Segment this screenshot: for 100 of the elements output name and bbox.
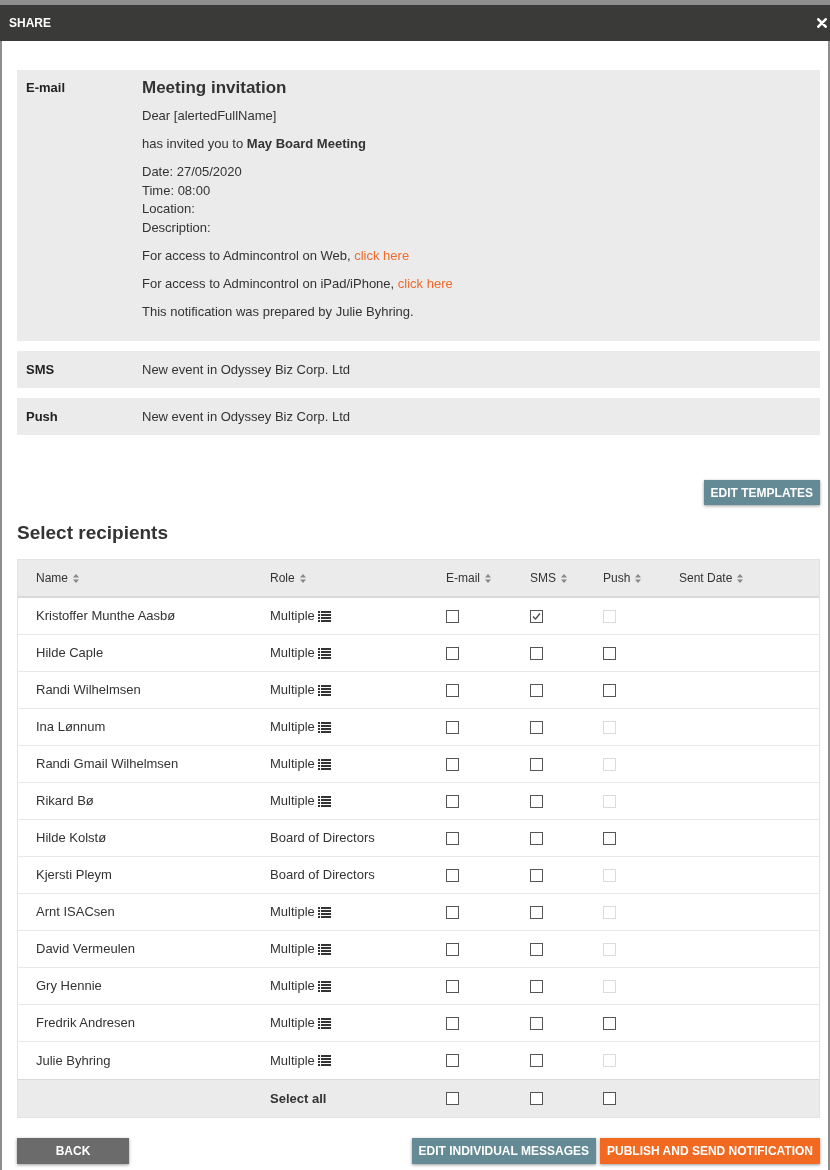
- action-button[interactable]: BACK: [17, 1138, 129, 1164]
- checkbox[interactable]: [530, 868, 543, 882]
- template-text: New event in Odyssey Biz Corp. Ltd: [142, 407, 351, 426]
- checkbox[interactable]: [530, 646, 543, 660]
- recipient-name: Gry Hennie: [36, 977, 102, 996]
- checkbox[interactable]: [603, 831, 616, 845]
- recipient-name: Kristoffer Munthe Aasbø: [36, 607, 176, 626]
- channel-label: E-mail: [25, 79, 66, 97]
- checkbox[interactable]: [446, 831, 459, 845]
- role-text: Board of Directors: [270, 829, 375, 848]
- role-text: Multiple: [270, 644, 315, 663]
- checkbox[interactable]: [530, 609, 543, 623]
- email-line: has invited you to May Board Meeting: [142, 135, 366, 153]
- list-icon[interactable]: [317, 795, 331, 807]
- checkbox[interactable]: [530, 794, 543, 808]
- checkbox[interactable]: [446, 905, 459, 919]
- role-text: Multiple: [270, 755, 315, 774]
- list-icon[interactable]: [317, 758, 331, 770]
- column-header[interactable]: Sent Date: [679, 569, 733, 587]
- column-header[interactable]: SMS: [530, 569, 556, 587]
- checkbox[interactable]: [530, 831, 543, 845]
- checkbox[interactable]: [530, 1092, 543, 1105]
- select-all-label: Select all: [270, 1089, 327, 1108]
- column-header[interactable]: Role: [270, 569, 295, 587]
- role-text: Multiple: [270, 1051, 315, 1070]
- checkbox[interactable]: [446, 646, 459, 660]
- checkbox[interactable]: [446, 794, 459, 808]
- checkbox[interactable]: [603, 1092, 616, 1105]
- channel-label: SMS: [25, 360, 56, 379]
- checkbox[interactable]: [446, 979, 459, 993]
- recipient-name: Ina Lønnum: [36, 718, 106, 737]
- recipient-name: Randi Wilhelmsen: [36, 681, 141, 700]
- list-icon[interactable]: [317, 721, 331, 733]
- role-text: Multiple: [270, 1014, 315, 1033]
- email-line: Time: 08:00: [142, 181, 211, 200]
- checkbox[interactable]: [530, 942, 543, 956]
- recipient-name: Fredrik Andresen: [36, 1014, 135, 1033]
- email-line: This notification was prepared by Julie Byhring.: [142, 302, 414, 321]
- role-text: Multiple: [270, 940, 315, 959]
- edit-templates-button[interactable]: EDIT TEMPLATES: [703, 480, 820, 505]
- checkbox[interactable]: [446, 1092, 459, 1105]
- list-icon[interactable]: [317, 684, 331, 696]
- checkbox[interactable]: [446, 942, 459, 956]
- email-line: Dear [alertedFullName]: [142, 107, 277, 125]
- role-text: Board of Directors: [270, 866, 375, 885]
- list-icon[interactable]: [317, 1055, 331, 1066]
- list-icon[interactable]: [317, 980, 331, 992]
- recipient-name: David Vermeulen: [36, 940, 135, 959]
- recipient-name: Hilde Caple: [36, 644, 104, 663]
- checkbox[interactable]: [530, 720, 543, 734]
- email-line: For access to Admincontrol on Web, click here: [142, 246, 410, 265]
- list-icon[interactable]: [317, 943, 331, 955]
- role-text: Multiple: [270, 977, 315, 996]
- checkbox[interactable]: [603, 1016, 616, 1030]
- role-text: Multiple: [270, 903, 315, 922]
- recipient-name: Rikard Bø: [36, 792, 94, 811]
- close-icon[interactable]: [817, 18, 827, 28]
- email-line: For access to Admincontrol on iPad/iPhone, click here: [142, 274, 453, 293]
- sort-icon[interactable]: [635, 573, 642, 583]
- section-heading: Select recipients: [17, 521, 169, 545]
- checkbox[interactable]: [603, 646, 616, 660]
- column-header[interactable]: Push: [603, 569, 631, 587]
- role-text: Multiple: [270, 718, 315, 737]
- sort-icon[interactable]: [299, 573, 306, 583]
- checkbox[interactable]: [530, 1016, 543, 1030]
- role-text: Multiple: [270, 681, 315, 700]
- role-text: Multiple: [270, 607, 315, 626]
- checkbox[interactable]: [446, 683, 459, 697]
- sort-icon[interactable]: [73, 573, 79, 583]
- checkbox[interactable]: [446, 1054, 459, 1067]
- email-line: Location:: [142, 200, 195, 218]
- sort-icon[interactable]: [561, 573, 567, 583]
- checkbox[interactable]: [446, 1016, 459, 1030]
- checkbox[interactable]: [446, 868, 459, 882]
- role-text: Multiple: [270, 792, 315, 811]
- template-text: New event in Odyssey Biz Corp. Ltd: [142, 360, 351, 379]
- dialog-title: SHARE: [9, 15, 51, 32]
- checkbox[interactable]: [603, 683, 616, 697]
- checkbox[interactable]: [530, 905, 543, 919]
- checkbox[interactable]: [446, 757, 459, 771]
- list-icon[interactable]: [317, 906, 331, 918]
- sort-icon[interactable]: [485, 573, 491, 583]
- sort-icon[interactable]: [737, 573, 744, 583]
- checkbox[interactable]: [530, 979, 543, 993]
- email-line: Description:: [142, 218, 211, 237]
- list-icon[interactable]: [317, 610, 331, 622]
- list-icon[interactable]: [317, 1017, 331, 1029]
- column-header[interactable]: Name: [36, 569, 68, 587]
- action-button[interactable]: EDIT INDIVIDUAL MESSAGES: [411, 1138, 596, 1164]
- email-subject: Meeting invitation: [142, 77, 287, 99]
- column-header[interactable]: E-mail: [446, 569, 480, 587]
- checkbox[interactable]: [530, 1054, 543, 1067]
- recipient-name: Hilde Kolstø: [36, 829, 107, 848]
- list-icon[interactable]: [317, 647, 331, 659]
- recipient-name: Arnt ISACsen: [36, 903, 115, 922]
- checkbox[interactable]: [446, 609, 459, 623]
- recipient-name: Randi Gmail Wilhelmsen: [36, 755, 179, 774]
- checkbox[interactable]: [446, 720, 459, 734]
- checkbox[interactable]: [530, 757, 543, 771]
- checkbox[interactable]: [530, 683, 543, 697]
